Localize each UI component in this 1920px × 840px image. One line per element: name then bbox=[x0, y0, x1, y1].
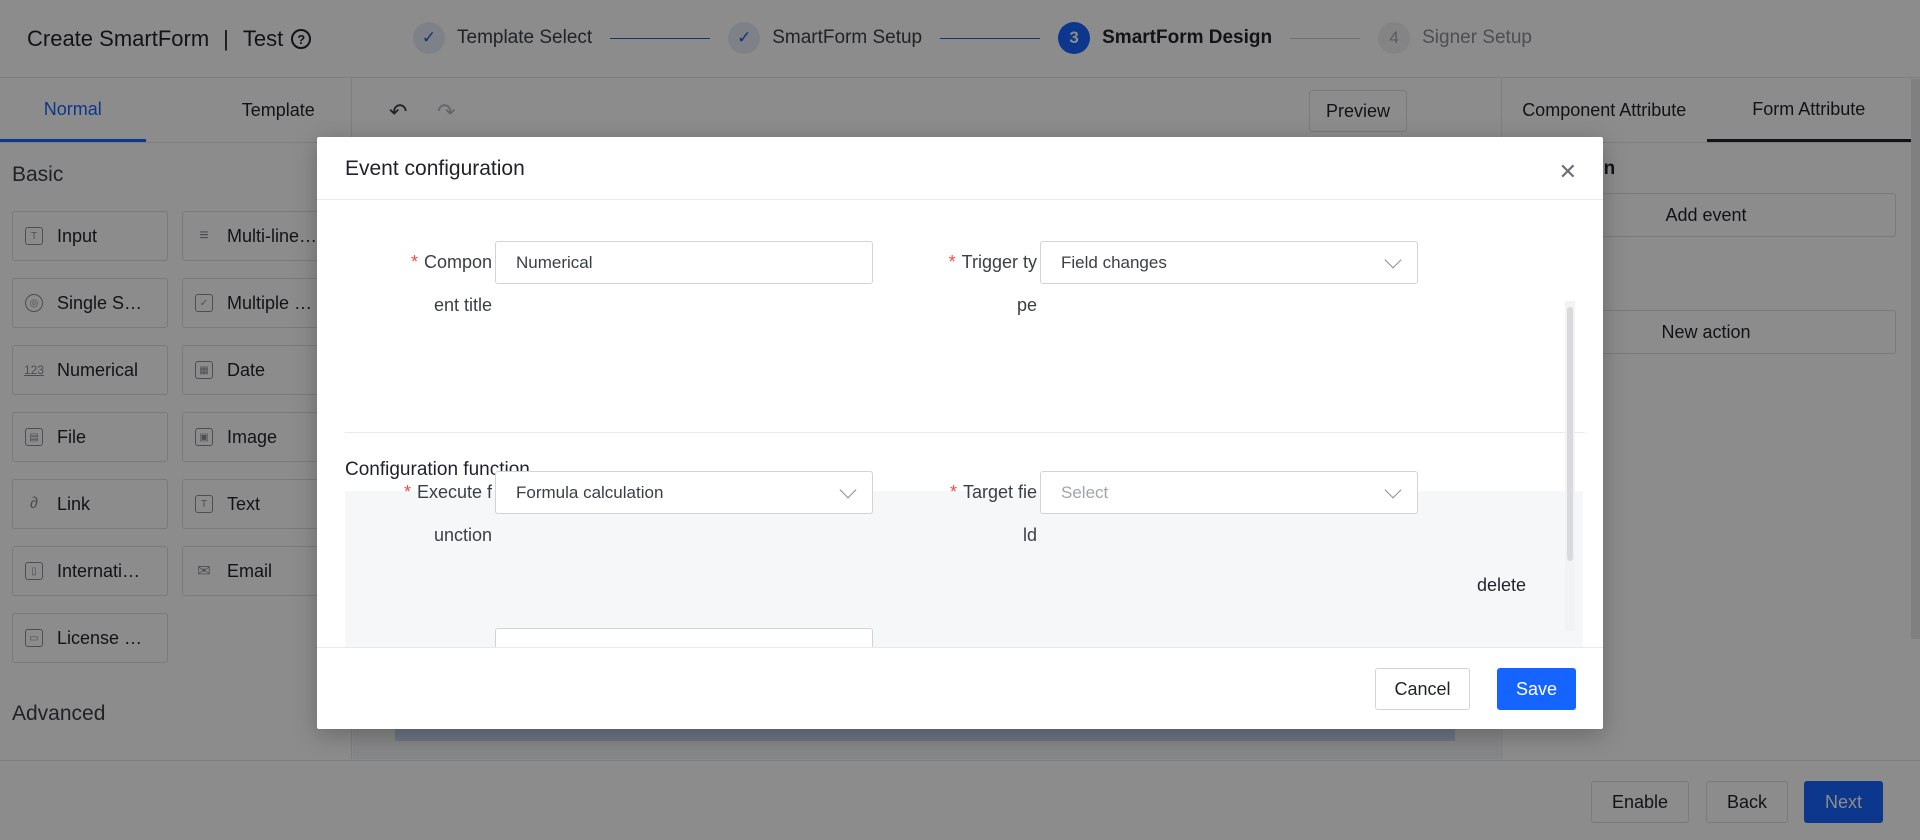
component-title-label-cont: ent title bbox=[433, 295, 492, 315]
dialog-header: Event configuration ✕ bbox=[317, 137, 1603, 200]
required-mark: * bbox=[948, 252, 956, 272]
calculation-formula-input[interactable] bbox=[495, 628, 873, 647]
chevron-down-icon bbox=[1384, 251, 1402, 269]
dialog-title: Event configuration bbox=[345, 157, 525, 180]
save-button[interactable]: Save bbox=[1497, 668, 1576, 710]
delete-function-link[interactable]: delete bbox=[1477, 575, 1526, 596]
close-icon[interactable]: ✕ bbox=[1559, 161, 1577, 183]
dialog-body: * Compon ent title Numerical * Trigger ty … bbox=[317, 201, 1603, 647]
cancel-button[interactable]: Cancel bbox=[1375, 668, 1470, 710]
trigger-type-label: * Trigger ty bbox=[948, 252, 1037, 272]
target-field-select[interactable]: Select bbox=[1040, 471, 1418, 514]
section-divider bbox=[345, 432, 1585, 433]
execute-function-label: * Execute f bbox=[403, 482, 492, 502]
target-field-label: * Target fie bbox=[949, 482, 1037, 502]
component-title-input[interactable]: Numerical bbox=[495, 241, 873, 284]
target-field-label-cont: ld bbox=[1022, 525, 1037, 545]
event-configuration-dialog: Event configuration ✕ * Compon ent title … bbox=[317, 137, 1603, 729]
required-mark: * bbox=[410, 252, 418, 272]
chevron-down-icon bbox=[839, 481, 857, 499]
execute-function-select[interactable]: Formula calculation bbox=[495, 471, 873, 514]
chevron-down-icon bbox=[1384, 481, 1402, 499]
component-title-label: * Compon bbox=[410, 252, 492, 272]
trigger-type-select[interactable]: Field changes bbox=[1040, 241, 1418, 284]
execute-function-label-cont: unction bbox=[433, 525, 492, 545]
required-mark: * bbox=[403, 482, 411, 502]
trigger-type-label-cont: pe bbox=[1016, 295, 1037, 315]
dialog-scrollbar-thumb[interactable] bbox=[1567, 307, 1573, 561]
required-mark: * bbox=[949, 482, 957, 502]
dialog-footer: Cancel Save bbox=[317, 647, 1603, 729]
